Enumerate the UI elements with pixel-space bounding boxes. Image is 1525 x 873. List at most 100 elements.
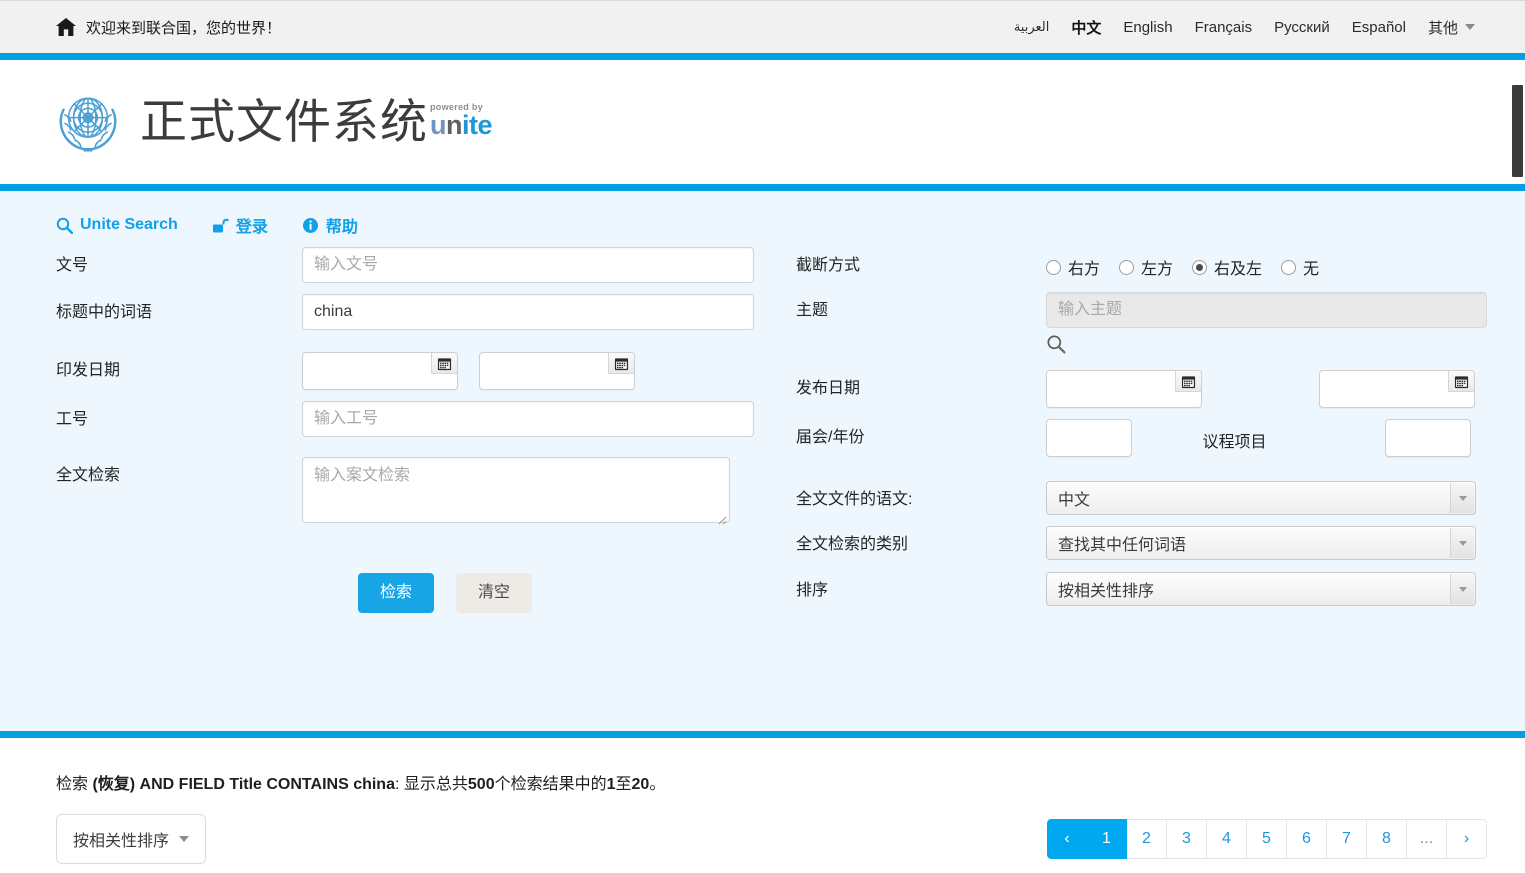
scrollbar-thumb[interactable] [1512,85,1523,177]
pagination-page-7[interactable]: 7 [1327,819,1367,859]
top-utility-bar: 欢迎来到联合国，您的世界！ العربية 中文 English Françai… [0,0,1525,53]
calendar-icon[interactable] [1175,371,1201,392]
caret-down-icon [1450,574,1474,604]
release-date-to [1318,370,1475,408]
fulltext-textarea[interactable] [302,457,730,523]
sort-select[interactable]: 按相关性排序 [1046,572,1476,606]
login-link[interactable]: 登录 [212,213,268,237]
lang-russian[interactable]: Русский [1274,19,1330,36]
publication-date-to [478,352,635,390]
pagination-page-8[interactable]: 8 [1367,819,1407,859]
calendar-icon[interactable] [607,353,634,374]
caret-down-icon [1450,483,1474,513]
un-emblem-icon [52,86,124,158]
lang-arabic[interactable]: العربية [1014,19,1050,35]
pagination-page-1[interactable]: 1 [1087,819,1127,859]
info-icon [302,217,319,234]
truncation-option-none-label: 无 [1303,261,1320,278]
symbol-input[interactable] [302,247,754,283]
un-home-link[interactable]: 欢迎来到联合国，您的世界！ [56,17,281,38]
subject-lookup-search-icon[interactable] [1046,334,1066,359]
field-publication-date: 印发日期 [56,352,796,390]
pagination-next[interactable]: › [1447,819,1487,859]
field-release-date: 发布日期 [796,370,1487,408]
form-column-left: 文号 标题中的词语 印发日期 [56,247,796,617]
sort-label: 排序 [796,582,829,599]
agenda-item-label: 议程项目 [1202,434,1267,451]
subject-label: 主题 [796,302,829,319]
page-scrollbar[interactable] [1510,53,1525,873]
field-fulltext-type: 全文检索的类别 查找其中任何词语 [796,526,1487,560]
truncation-option-none[interactable]: 无 [1281,255,1319,279]
form-columns: 文号 标题中的词语 印发日期 [0,247,1525,617]
summary-query: (恢复) AND FIELD Title CONTAINS china [92,776,395,793]
fulltext-language-label: 全文文件的语文: [796,491,913,508]
summary-mid3: 至 [615,776,632,793]
release-date-from [1046,370,1202,408]
truncation-option-left-label: 左方 [1141,261,1174,278]
truncation-option-both[interactable]: 右及左 [1192,255,1262,279]
quick-links: Unite Search 登录 帮助 [0,205,1525,247]
pagination-ellipsis: ... [1407,819,1447,859]
help-link[interactable]: 帮助 [302,213,358,237]
lang-french[interactable]: Français [1195,19,1253,36]
header-accent-rule-bottom [0,184,1525,191]
calendar-icon[interactable] [1447,371,1474,392]
unite-letters-ite: ite [462,110,493,141]
agenda-item-input[interactable] [1384,419,1471,457]
results-controls: 按相关性排序 ‹ 1 2 3 4 5 6 7 8 ... › [56,814,1487,864]
calendar-icon[interactable] [431,353,457,374]
results-sort-button[interactable]: 按相关性排序 [56,814,207,864]
truncation-radio-group: 右方 左方 右及左 无 [1046,247,1487,279]
fulltext-language-value: 中文 [1058,492,1091,509]
truncation-option-right[interactable]: 右方 [1046,255,1100,279]
help-label: 帮助 [325,219,358,236]
advanced-search-form: Unite Search 登录 帮助 文号 输入文号 标题中的词语 china … [0,191,1525,731]
unite-search-link[interactable]: Unite Search [56,216,178,234]
unite-logo: powered by unite [430,103,493,141]
title-words-label: 标题中的词语 [56,304,153,321]
lang-spanish[interactable]: Español [1352,19,1406,36]
job-number-input[interactable] [302,401,754,437]
publication-date-from [302,352,458,390]
lang-more-dropdown[interactable]: 其他 [1428,17,1475,38]
pagination-page-6[interactable]: 6 [1287,819,1327,859]
unite-letter-u: u [430,110,447,141]
results-sort-label: 按相关性排序 [73,833,170,850]
clear-form-button[interactable]: 清空 [456,573,533,613]
fulltext-language-select[interactable]: 中文 [1046,481,1476,515]
lang-chinese[interactable]: 中文 [1071,17,1101,38]
caret-down-icon [1450,528,1474,558]
truncation-option-both-label: 右及左 [1214,261,1263,278]
form-actions: 检索 清空 [56,539,796,613]
brand-header: 正式文件系统 powered by unite [0,60,1525,184]
pagination-page-3[interactable]: 3 [1167,819,1207,859]
unite-letter-n: n [446,110,463,141]
fulltext-type-select[interactable]: 查找其中任何词语 [1046,526,1476,560]
search-icon [56,217,73,234]
subject-input[interactable] [1046,292,1487,328]
truncation-label: 截断方式 [796,257,861,274]
job-number-label: 工号 [56,411,89,428]
field-truncation: 截断方式 右方 左方 右及左 无 [796,247,1487,281]
summary-prefix: 检索 [56,776,93,793]
fulltext-label: 全文检索 [56,467,121,484]
field-subject: 主题 [796,292,1487,359]
symbol-label: 文号 [56,257,89,274]
lang-english[interactable]: English [1123,19,1172,36]
field-title-words: 标题中的词语 [56,294,796,330]
language-nav: العربية 中文 English Français Русский Espa… [1014,17,1505,38]
pagination-page-2[interactable]: 2 [1127,819,1167,859]
search-submit-button[interactable]: 检索 [358,573,435,613]
radio-icon [1281,259,1297,275]
truncation-option-left[interactable]: 左方 [1119,255,1173,279]
session-year-input[interactable] [1046,419,1132,457]
title-words-input[interactable] [302,294,754,330]
pagination-page-4[interactable]: 4 [1207,819,1247,859]
radio-icon-selected [1192,259,1208,275]
pagination-page-5[interactable]: 5 [1247,819,1287,859]
summary-range-from: 1 [606,776,616,793]
summary-mid2: 个检索结果中的 [494,776,607,793]
pagination-prev[interactable]: ‹ [1047,819,1087,859]
fulltext-textarea-wrap [302,457,730,527]
